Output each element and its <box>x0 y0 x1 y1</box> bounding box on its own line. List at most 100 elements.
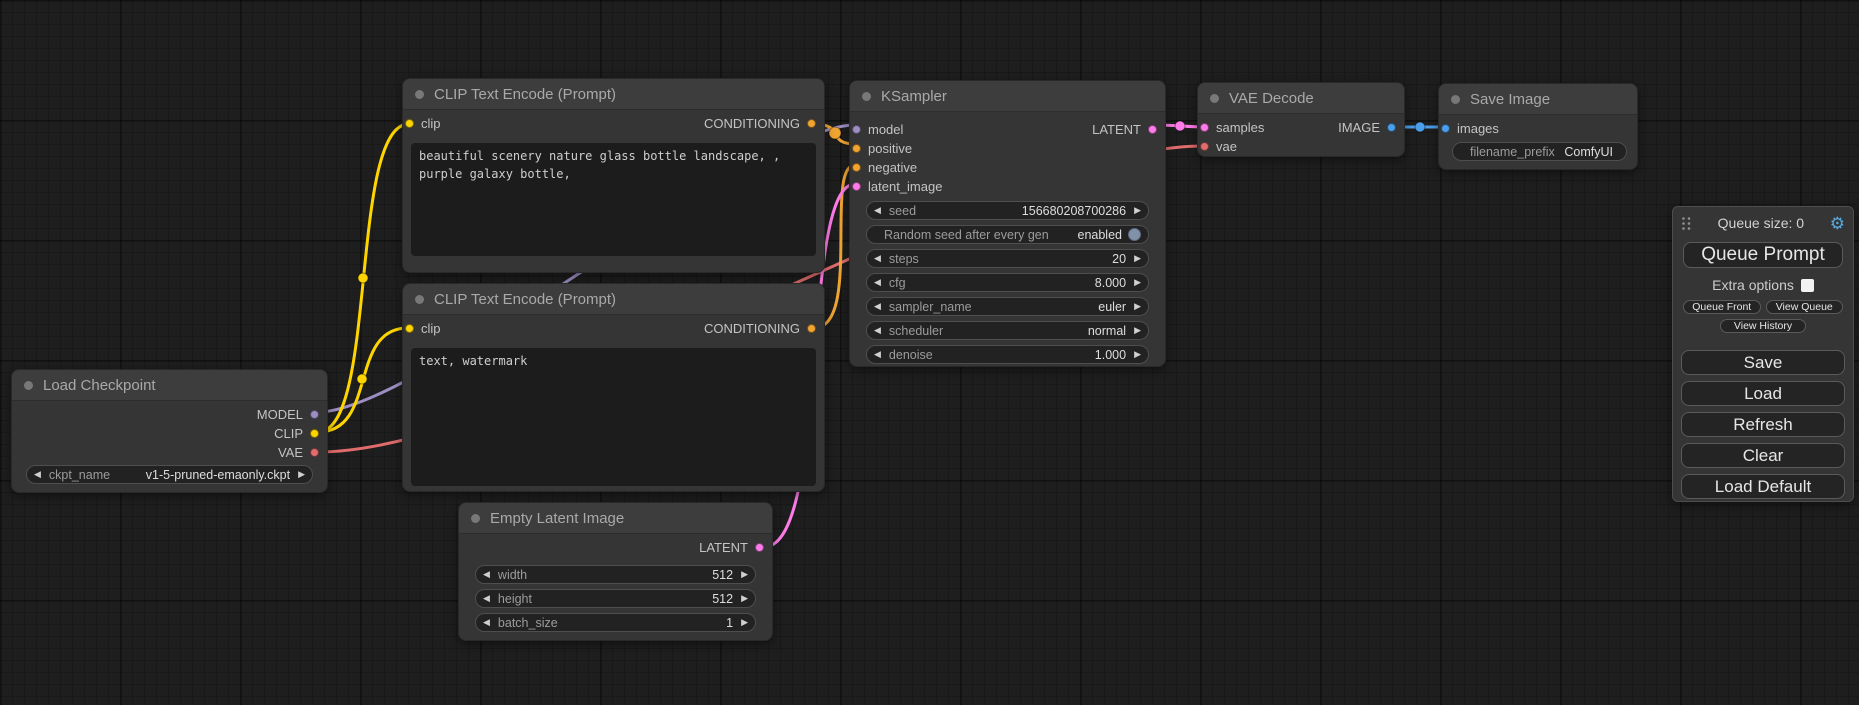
node-titlebar[interactable]: CLIP Text Encode (Prompt) <box>403 284 824 315</box>
sampler-name-widget[interactable]: ◀ sampler_name euler ▶ <box>866 297 1149 316</box>
clip-slot-dot[interactable] <box>405 119 414 128</box>
input-slot-latent-image[interactable]: latent_image <box>852 179 942 194</box>
conditioning-slot-dot[interactable] <box>852 144 861 153</box>
view-queue-button[interactable]: View Queue <box>1766 300 1844 314</box>
increment-arrow-icon[interactable]: ▶ <box>1134 302 1141 311</box>
input-slot-clip[interactable]: clip <box>405 321 441 336</box>
conditioning-slot-dot[interactable] <box>807 119 816 128</box>
latent-slot-dot[interactable] <box>1200 123 1209 132</box>
input-slot-model[interactable]: model <box>852 122 903 137</box>
input-slot-clip[interactable]: clip <box>405 116 441 131</box>
decrement-arrow-icon[interactable]: ◀ <box>483 618 490 627</box>
collapse-dot-icon[interactable] <box>1210 94 1219 103</box>
model-slot-dot[interactable] <box>310 410 319 419</box>
increment-arrow-icon[interactable]: ▶ <box>741 594 748 603</box>
drag-handle-icon[interactable] <box>1681 216 1692 231</box>
node-clip-text-encode-negative[interactable]: CLIP Text Encode (Prompt) clip CONDITION… <box>402 283 825 492</box>
random-seed-toggle[interactable] <box>1128 228 1141 241</box>
output-slot-latent[interactable]: LATENT <box>1092 122 1157 137</box>
decrement-arrow-icon[interactable]: ◀ <box>483 570 490 579</box>
input-slot-samples[interactable]: samples <box>1200 120 1264 135</box>
collapse-dot-icon[interactable] <box>415 90 424 99</box>
negative-prompt-textbox[interactable]: text, watermark <box>411 348 816 486</box>
collapse-dot-icon[interactable] <box>415 295 424 304</box>
conditioning-slot-dot[interactable] <box>807 324 816 333</box>
latent-slot-dot[interactable] <box>1148 125 1157 134</box>
increment-arrow-icon[interactable]: ▶ <box>1134 206 1141 215</box>
load-default-button[interactable]: Load Default <box>1681 474 1845 499</box>
decrement-arrow-icon[interactable]: ◀ <box>874 326 881 335</box>
load-button[interactable]: Load <box>1681 381 1845 406</box>
extra-options-checkbox[interactable] <box>1801 279 1814 292</box>
node-titlebar[interactable]: Empty Latent Image <box>459 503 772 534</box>
collapse-dot-icon[interactable] <box>1451 95 1460 104</box>
input-slot-negative[interactable]: negative <box>852 160 917 175</box>
batch-size-widget[interactable]: ◀ batch_size 1 ▶ <box>475 613 756 632</box>
output-slot-clip[interactable]: CLIP <box>274 426 319 441</box>
decrement-arrow-icon[interactable]: ◀ <box>874 302 881 311</box>
latent-slot-dot[interactable] <box>755 543 764 552</box>
increment-arrow-icon[interactable]: ▶ <box>741 570 748 579</box>
image-slot-dot[interactable] <box>1387 123 1396 132</box>
input-slot-images[interactable]: images <box>1441 121 1499 136</box>
collapse-dot-icon[interactable] <box>24 381 33 390</box>
node-titlebar[interactable]: Save Image <box>1439 84 1637 115</box>
settings-gear-icon[interactable]: ⚙ <box>1830 215 1845 232</box>
node-titlebar[interactable]: CLIP Text Encode (Prompt) <box>403 79 824 110</box>
queue-prompt-button[interactable]: Queue Prompt <box>1683 242 1843 268</box>
collapse-dot-icon[interactable] <box>862 92 871 101</box>
cfg-widget[interactable]: ◀ cfg 8.000 ▶ <box>866 273 1149 292</box>
height-widget[interactable]: ◀ height 512 ▶ <box>475 589 756 608</box>
output-slot-conditioning[interactable]: CONDITIONING <box>704 116 816 131</box>
output-slot-model[interactable]: MODEL <box>257 407 319 422</box>
output-slot-conditioning[interactable]: CONDITIONING <box>704 321 816 336</box>
positive-prompt-textbox[interactable]: beautiful scenery nature glass bottle la… <box>411 143 816 256</box>
increment-arrow-icon[interactable]: ▶ <box>1134 278 1141 287</box>
queue-front-button[interactable]: Queue Front <box>1683 300 1761 314</box>
decrement-arrow-icon[interactable]: ◀ <box>874 206 881 215</box>
node-clip-text-encode-positive[interactable]: CLIP Text Encode (Prompt) clip CONDITION… <box>402 78 825 273</box>
decrement-arrow-icon[interactable]: ◀ <box>34 470 41 479</box>
decrement-arrow-icon[interactable]: ◀ <box>874 350 881 359</box>
collapse-dot-icon[interactable] <box>471 514 480 523</box>
width-widget[interactable]: ◀ width 512 ▶ <box>475 565 756 584</box>
node-empty-latent-image[interactable]: Empty Latent Image LATENT ◀ width 512 ▶ … <box>458 502 773 641</box>
ckpt-name-widget[interactable]: ◀ ckpt_name v1-5-pruned-emaonly.ckpt ▶ <box>26 465 313 484</box>
increment-arrow-icon[interactable]: ▶ <box>1134 350 1141 359</box>
node-titlebar[interactable]: KSampler <box>850 81 1165 112</box>
conditioning-slot-dot[interactable] <box>852 163 861 172</box>
decrement-arrow-icon[interactable]: ◀ <box>874 278 881 287</box>
seed-widget[interactable]: ◀ seed 156680208700286 ▶ <box>866 201 1149 220</box>
refresh-button[interactable]: Refresh <box>1681 412 1845 437</box>
input-slot-positive[interactable]: positive <box>852 141 912 156</box>
increment-arrow-icon[interactable]: ▶ <box>1134 254 1141 263</box>
random-seed-widget[interactable]: Random seed after every gen enabled <box>866 225 1149 244</box>
decrement-arrow-icon[interactable]: ◀ <box>483 594 490 603</box>
clear-button[interactable]: Clear <box>1681 443 1845 468</box>
output-slot-latent[interactable]: LATENT <box>699 540 764 555</box>
filename-prefix-widget[interactable]: filename_prefix ComfyUI <box>1452 142 1627 161</box>
vae-slot-dot[interactable] <box>1200 142 1209 151</box>
denoise-widget[interactable]: ◀ denoise 1.000 ▶ <box>866 345 1149 364</box>
image-slot-dot[interactable] <box>1441 124 1450 133</box>
input-slot-vae[interactable]: vae <box>1200 139 1237 154</box>
node-titlebar[interactable]: Load Checkpoint <box>12 370 327 401</box>
scheduler-widget[interactable]: ◀ scheduler normal ▶ <box>866 321 1149 340</box>
node-ksampler[interactable]: KSampler model LATENT positive negative … <box>849 80 1166 367</box>
node-load-checkpoint[interactable]: Load Checkpoint MODEL CLIP VAE ◀ ckpt_na… <box>11 369 328 493</box>
view-history-button[interactable]: View History <box>1720 319 1806 333</box>
clip-slot-dot[interactable] <box>310 429 319 438</box>
latent-slot-dot[interactable] <box>852 182 861 191</box>
increment-arrow-icon[interactable]: ▶ <box>298 470 305 479</box>
clip-slot-dot[interactable] <box>405 324 414 333</box>
node-vae-decode[interactable]: VAE Decode samples IMAGE vae <box>1197 82 1405 157</box>
output-slot-image[interactable]: IMAGE <box>1338 120 1396 135</box>
node-save-image[interactable]: Save Image images filename_prefix ComfyU… <box>1438 83 1638 170</box>
steps-widget[interactable]: ◀ steps 20 ▶ <box>866 249 1149 268</box>
model-slot-dot[interactable] <box>852 125 861 134</box>
increment-arrow-icon[interactable]: ▶ <box>1134 326 1141 335</box>
node-titlebar[interactable]: VAE Decode <box>1198 83 1404 114</box>
decrement-arrow-icon[interactable]: ◀ <box>874 254 881 263</box>
save-button[interactable]: Save <box>1681 350 1845 375</box>
vae-slot-dot[interactable] <box>310 448 319 457</box>
